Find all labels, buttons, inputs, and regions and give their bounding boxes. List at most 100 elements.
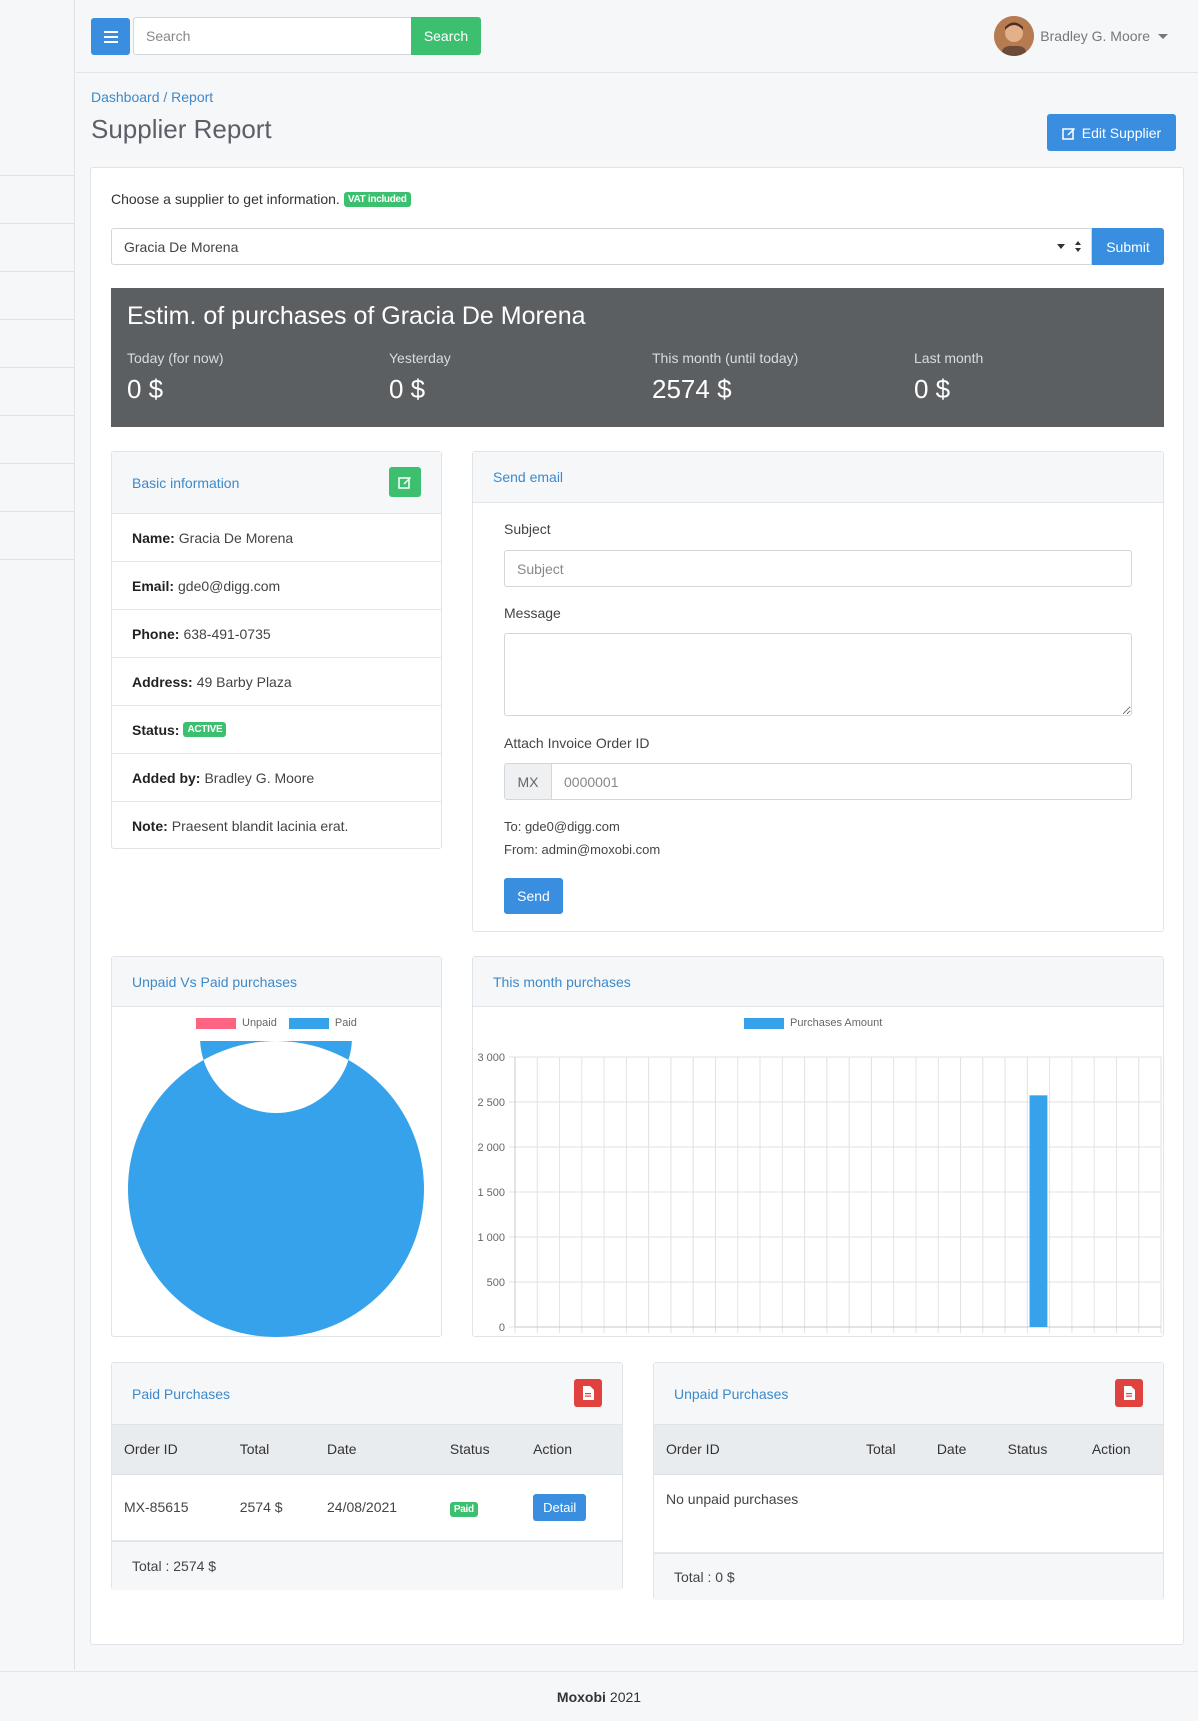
info-phone: Phone: 638-491-0735	[112, 610, 441, 658]
y-tick-label: 500	[487, 1277, 505, 1289]
column-header: Total	[854, 1425, 925, 1475]
attach-prefix: MX	[504, 763, 552, 800]
edit-info-button[interactable]	[389, 467, 421, 497]
vat-badge: VAT included	[343, 191, 411, 207]
legend-label: Unpaid	[242, 1017, 277, 1029]
bar-header: This month purchases	[473, 957, 1163, 1007]
donut-chart	[128, 1041, 424, 1337]
sidebar-divider	[0, 175, 75, 176]
paid-badge: Paid	[449, 1502, 478, 1517]
column-header: Date	[924, 1425, 996, 1475]
donut-legend: Unpaid Paid	[196, 1017, 357, 1029]
column-header: Date	[315, 1425, 438, 1475]
breadcrumb[interactable]: Dashboard / Report	[91, 89, 213, 105]
supplier-select[interactable]: Gracia De Morena	[111, 228, 1092, 265]
column-header: Status	[995, 1425, 1080, 1475]
avatar	[994, 16, 1035, 56]
estimate-title: Estim. of purchases of Gracia De Morena	[127, 302, 586, 330]
legend-swatch	[288, 1017, 329, 1029]
info-value: gde0@digg.com	[178, 577, 281, 594]
menu-toggle-button[interactable]	[91, 18, 130, 55]
export-pdf-button[interactable]	[574, 1379, 602, 1407]
edit-icon	[398, 477, 411, 489]
stat-label: Yesterday	[389, 350, 451, 366]
submit-button[interactable]: Submit	[1092, 228, 1164, 265]
unpaid-total: Total : 0 $	[654, 1552, 1163, 1600]
column-header: Status	[437, 1425, 522, 1475]
sidebar-divider	[0, 319, 75, 320]
mail-meta: To: gde0@digg.com From: admin@moxobi.com	[504, 815, 660, 861]
estimate-banner: Estim. of purchases of Gracia De Morena …	[111, 288, 1164, 427]
y-tick-label: 2 000	[477, 1142, 505, 1154]
subject-label: Subject	[504, 521, 551, 537]
export-pdf-button[interactable]	[1115, 1379, 1143, 1407]
order-id-cell: MX-85615	[112, 1474, 228, 1541]
unpaid-table: Order ID Total Date Status Action No unp…	[654, 1425, 1163, 1553]
y-tick-label: 1 000	[477, 1232, 505, 1244]
y-tick-label: 2 500	[477, 1097, 505, 1109]
send-button[interactable]: Send	[504, 878, 563, 914]
column-header: Action	[1079, 1425, 1163, 1475]
edit-icon	[1062, 127, 1075, 140]
info-email: Email: gde0@digg.com	[112, 562, 441, 610]
unpaid-title: Unpaid Purchases	[674, 1385, 789, 1402]
sidebar	[0, 0, 75, 1670]
invoice-order-id-input[interactable]	[551, 763, 1132, 800]
attach-label: Attach Invoice Order ID	[504, 735, 650, 751]
paid-total: Total : 2574 $	[112, 1540, 622, 1590]
info-name: Name: Gracia De Morena	[112, 514, 441, 562]
sidebar-divider	[0, 271, 75, 272]
send-email-title: Send email	[493, 469, 564, 485]
legend-swatch	[744, 1017, 784, 1029]
edit-supplier-button[interactable]: Edit Supplier	[1047, 114, 1176, 151]
info-label: Email:	[132, 577, 175, 594]
footer: Moxobi 2021	[0, 1671, 1198, 1721]
sidebar-divider	[0, 367, 75, 368]
action-cell: Detail	[521, 1474, 622, 1541]
supplier-prompt-text: Choose a supplier to get information.	[111, 191, 340, 207]
search-input[interactable]	[133, 17, 412, 55]
stat-label: Last month	[914, 350, 984, 366]
stat-label: This month (until today)	[652, 350, 799, 366]
info-label: Phone:	[132, 625, 180, 642]
y-tick-label: 1 500	[477, 1187, 505, 1199]
footer-year: 2021	[609, 1688, 642, 1705]
hamburger-icon	[103, 30, 118, 43]
info-label: Status:	[132, 721, 180, 738]
page-title: Supplier Report	[91, 114, 272, 144]
info-label: Note:	[132, 818, 168, 834]
paid-title: Paid Purchases	[132, 1385, 231, 1402]
message-textarea[interactable]	[504, 633, 1132, 716]
legend-label: Purchases Amount	[790, 1017, 883, 1029]
table-row: No unpaid purchases	[654, 1474, 1163, 1553]
supplier-select-value: Gracia De Morena	[124, 238, 239, 255]
stat-yesterday: Yesterday 0 $	[389, 350, 451, 405]
info-value: Bradley G. Moore	[204, 769, 315, 786]
subject-input[interactable]	[504, 550, 1132, 587]
stat-value: 0 $	[914, 374, 951, 404]
info-value: 49 Barby Plaza	[196, 673, 292, 690]
unpaid-purchases-panel: Unpaid Purchases Order ID Total Date Sta…	[653, 1362, 1164, 1600]
table-header-row: Order ID Total Date Status Action	[112, 1425, 622, 1475]
stat-value: 0 $	[127, 374, 164, 404]
paid-table: Order ID Total Date Status Action MX-856…	[112, 1425, 622, 1541]
message-label: Message	[504, 605, 561, 621]
date-cell: 24/08/2021	[315, 1474, 438, 1541]
unpaid-header: Unpaid Purchases	[654, 1363, 1163, 1425]
sidebar-divider	[0, 463, 75, 464]
legend-swatch	[196, 1017, 236, 1029]
column-header: Order ID	[112, 1425, 228, 1475]
detail-button[interactable]: Detail	[533, 1493, 587, 1521]
paid-header: Paid Purchases	[112, 1363, 622, 1425]
y-tick-label: 0	[499, 1322, 505, 1333]
footer-brand: Moxobi	[556, 1688, 606, 1705]
donut-title: Unpaid Vs Paid purchases	[132, 973, 297, 990]
topbar: Search Bradley G. Moore	[76, 0, 1198, 73]
search-button[interactable]: Search	[411, 17, 481, 55]
sidebar-divider	[0, 415, 75, 416]
paid-purchases-panel: Paid Purchases Order ID Total Date Statu…	[111, 1362, 623, 1590]
info-label: Address:	[132, 673, 193, 690]
stat-label: Today (for now)	[127, 350, 224, 366]
select-arrows-icon	[1057, 241, 1081, 252]
user-menu[interactable]: Bradley G. Moore	[994, 15, 1168, 57]
